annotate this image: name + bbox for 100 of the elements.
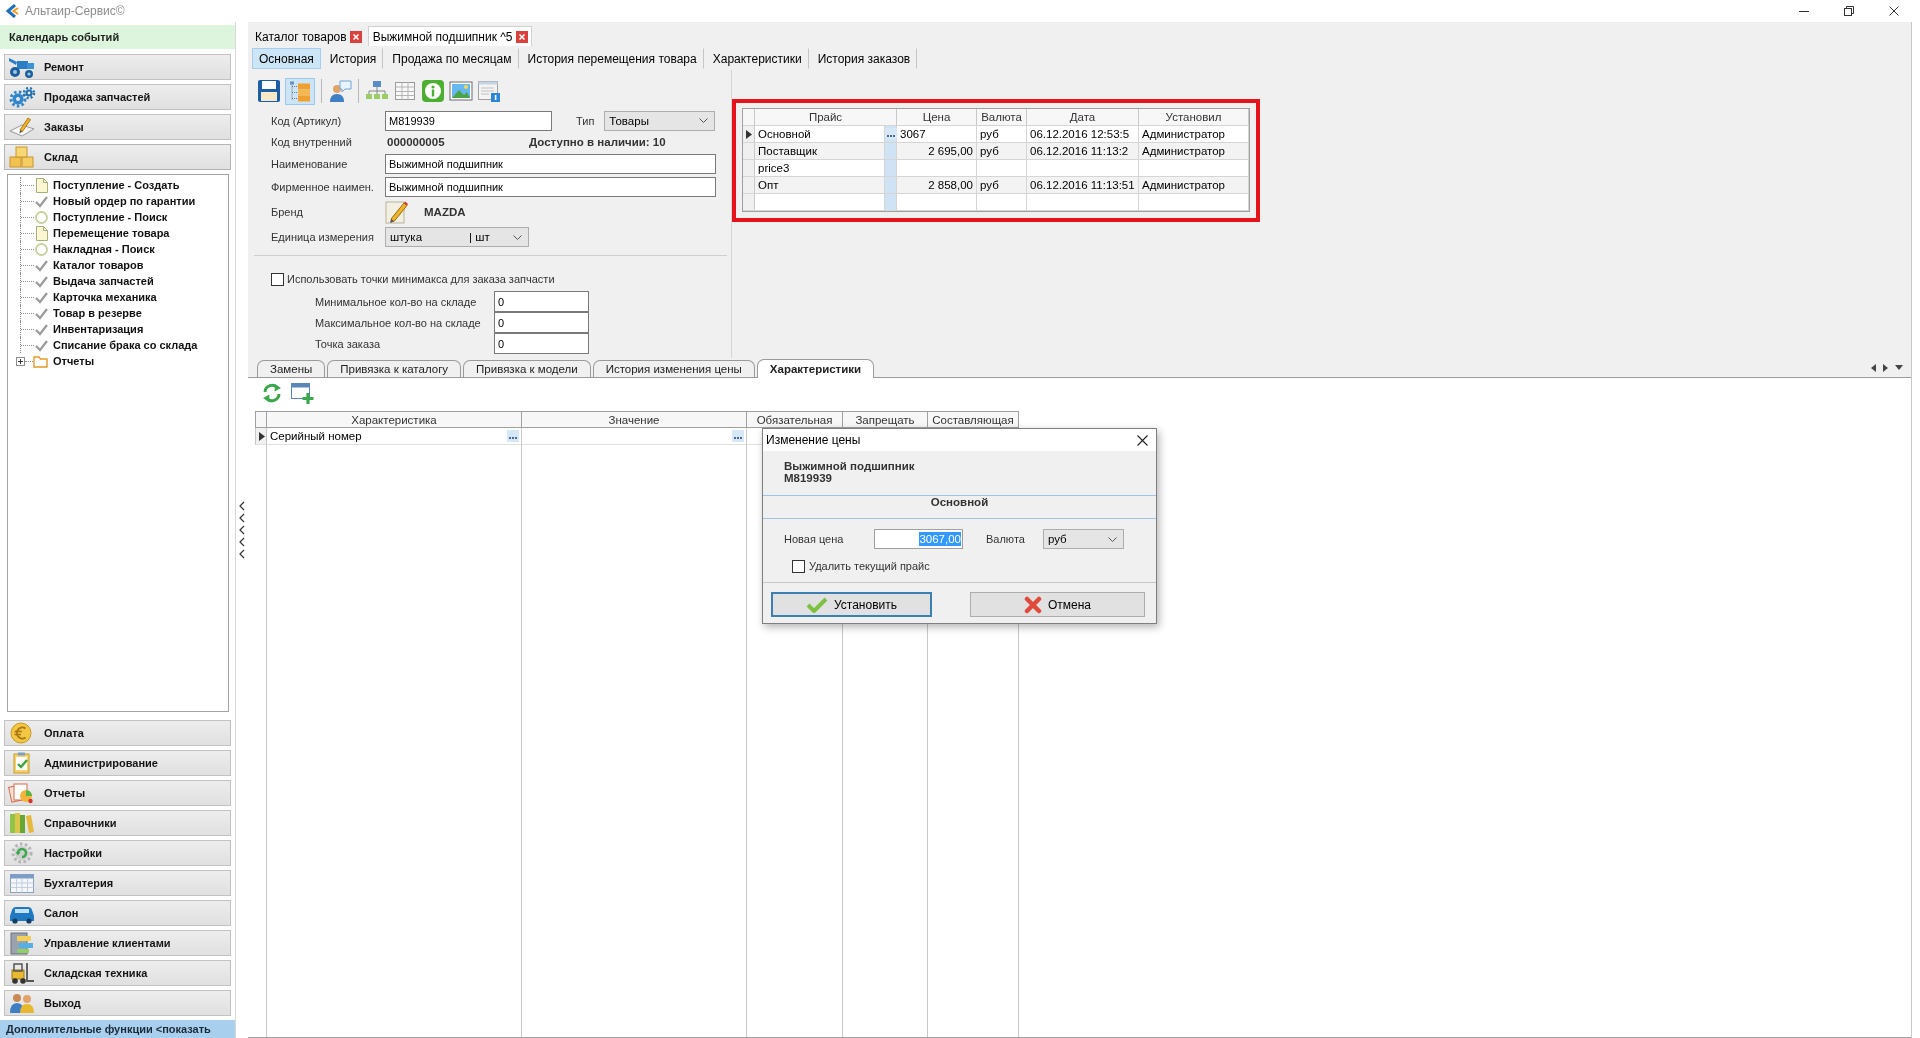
column-header: Прайс [755, 109, 897, 125]
tree-item[interactable]: Списание брака со склада [53, 339, 198, 351]
section-button[interactable]: Администрирование [4, 750, 231, 776]
save-icon[interactable] [257, 79, 281, 103]
caret-down-icon[interactable] [1107, 536, 1117, 542]
section-button[interactable]: Выход [4, 990, 231, 1016]
close-icon[interactable] [1137, 434, 1148, 446]
product-article: M819939 [784, 472, 832, 484]
page-tab[interactable]: История [322, 48, 384, 69]
section-button[interactable]: Складская техника [4, 960, 231, 986]
quantity-field[interactable]: 0 [494, 291, 589, 312]
field-label: Бренд [271, 205, 304, 218]
pencil-paper-icon[interactable] [385, 199, 409, 224]
quantity-field[interactable]: 0 [494, 312, 589, 333]
table-cell: 3067 [897, 126, 977, 142]
tree-item[interactable]: Выдача запчастей [53, 275, 154, 287]
table-cell: Администратор [1139, 177, 1249, 193]
row-indicator[interactable] [255, 428, 267, 445]
tree-item[interactable]: Накладная - Поиск [53, 243, 155, 255]
tree-item[interactable]: Отчеты [53, 355, 95, 367]
price-list-name: Основной [930, 496, 989, 508]
quantity-field[interactable]: 0 [494, 333, 589, 354]
column-header: Характеристика [267, 412, 522, 427]
section-button[interactable]: Продажа запчастей [4, 84, 231, 110]
restore-icon[interactable] [1844, 6, 1854, 16]
section-button[interactable]: Отчеты [4, 780, 231, 806]
row-indicator[interactable] [743, 126, 755, 142]
add-window-icon[interactable] [290, 382, 314, 404]
checkbox-label: Удалить текущий прайс [809, 560, 930, 572]
section-button[interactable]: Справочники [4, 810, 231, 836]
currency-select[interactable]: руб [1042, 529, 1124, 549]
ellipsis-icon[interactable] [507, 430, 519, 442]
field-label: Код внутренний [271, 135, 353, 148]
type-select[interactable]: Товары [604, 110, 716, 131]
page-tab[interactable]: Характеристики [705, 48, 809, 69]
calendar-header[interactable]: Календарь событий [0, 25, 235, 49]
field-label: Единица измерения [271, 231, 375, 243]
brand-name-field[interactable]: Выжимной подшипник [385, 176, 716, 197]
arrow-left-icon[interactable] [1871, 363, 1876, 372]
tree-item[interactable]: Карточка механика [53, 291, 157, 303]
page-tab[interactable]: Основная [252, 48, 321, 69]
article-field[interactable]: M819939 [385, 110, 552, 131]
checkbox[interactable] [271, 272, 284, 286]
field-label: Новая цена [784, 533, 845, 545]
detail-tab[interactable]: Характеристики [756, 359, 875, 378]
column-header: Обязательная [747, 412, 843, 427]
tree-item[interactable]: Новый ордер по гарантии [53, 195, 196, 207]
chevrons-left-icon[interactable] [239, 501, 245, 559]
more-functions-toggle[interactable]: Дополнительные функции <показать [0, 1020, 235, 1038]
tree-item[interactable]: Товар в резерве [53, 307, 142, 319]
section-button[interactable]: Бухгалтерия [4, 870, 231, 896]
caret-down-icon[interactable] [699, 118, 709, 123]
user-chat-icon[interactable] [328, 79, 352, 103]
confirm-button[interactable]: Установить [771, 592, 932, 617]
unit-select[interactable]: штука | шт [385, 227, 529, 247]
cancel-button[interactable]: Отмена [970, 592, 1145, 617]
section-button[interactable]: Настройки [4, 840, 231, 866]
tree-item[interactable]: Поступление - Поиск [53, 211, 168, 223]
table-cell: 2 695,00 [897, 143, 977, 159]
close-icon[interactable] [1889, 6, 1899, 16]
detail-tab[interactable]: Привязка к каталогу [327, 360, 462, 377]
tree-item[interactable]: Каталог товаров [53, 259, 144, 271]
document-tab[interactable]: Каталог товаров [250, 26, 366, 46]
section-button[interactable]: Ремонт [4, 54, 231, 80]
table-cell: руб [977, 126, 1027, 142]
column-header: Цена [897, 109, 977, 125]
calendar-table-icon [8, 871, 36, 895]
arrow-right-icon[interactable] [1883, 363, 1888, 372]
section-button[interactable]: Заказы [4, 114, 231, 140]
window-help-icon[interactable] [477, 79, 501, 103]
detail-tab[interactable]: История изменения цены [592, 360, 755, 377]
tree-item[interactable]: Инвентаризация [53, 323, 144, 335]
detail-tab[interactable]: Замены [257, 360, 326, 377]
caret-down-icon[interactable] [513, 234, 522, 240]
tree-item[interactable]: Поступление - Создать [53, 179, 180, 191]
page-tab[interactable]: История заказов [810, 48, 918, 69]
document-tab[interactable]: Выжимной подшипник ^5 [367, 26, 532, 46]
picture-icon[interactable] [449, 79, 473, 103]
document-icon [34, 225, 49, 241]
column-header: Составляющая [928, 412, 1019, 427]
stock-availability: Доступно в наличии: 10 [529, 135, 666, 148]
table-icon[interactable] [393, 79, 417, 103]
refresh-icon[interactable] [262, 383, 282, 403]
section-button[interactable]: Оплата [4, 720, 231, 746]
expand-icon[interactable] [16, 356, 25, 366]
people-icon [8, 991, 36, 1015]
caret-down-icon[interactable] [1895, 365, 1903, 370]
checkbox[interactable] [792, 559, 805, 573]
field-label: Точка заказа [315, 337, 382, 350]
section-button[interactable]: Управление клиентами [4, 930, 231, 956]
page-tab[interactable]: Продажа по месяцам [385, 48, 519, 69]
info-icon[interactable] [421, 79, 445, 103]
tree-item[interactable]: Перемещение товара [53, 227, 170, 239]
page-tab[interactable]: История перемещения товара [520, 48, 704, 69]
name-field[interactable]: Выжимной подшипник [385, 153, 716, 174]
ellipsis-icon[interactable] [732, 430, 744, 442]
detail-tab[interactable]: Привязка к модели [463, 360, 591, 377]
section-button[interactable]: Склад [4, 144, 231, 170]
cabinet-icon [8, 931, 36, 955]
section-button[interactable]: Салон [4, 900, 231, 926]
